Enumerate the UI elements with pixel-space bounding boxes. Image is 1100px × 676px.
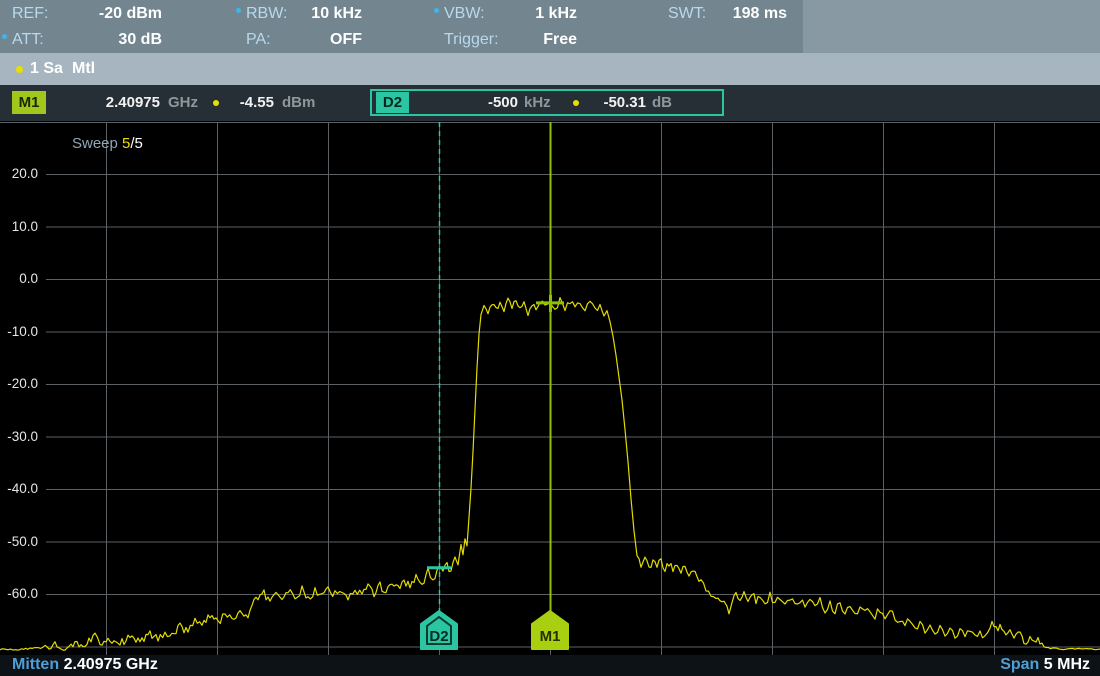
header-field-value: 10 kHz bbox=[270, 3, 362, 25]
trace-number-label: 1 Sa bbox=[30, 53, 63, 85]
setting-coupled-dot-icon bbox=[236, 8, 241, 13]
sweep-word: Sweep bbox=[72, 135, 122, 152]
span-field[interactable]: Span 5 MHz bbox=[1000, 655, 1090, 676]
header-field-value: -20 dBm bbox=[70, 3, 162, 25]
marker-m1-badge[interactable]: M1 bbox=[12, 91, 46, 114]
y-axis-label: -10.0 bbox=[2, 323, 38, 341]
marker-readout-bar: M1 2.40975 GHz -4.55 dBm D2 -500 kHz -50… bbox=[0, 85, 1100, 121]
marker-d2-readout[interactable]: D2 -500 kHz -50.31 dB bbox=[370, 89, 724, 116]
y-axis-label: 0.0 bbox=[2, 270, 38, 288]
d2-frequency-unit: kHz bbox=[524, 91, 551, 114]
header-field-value: 1 kHz bbox=[485, 3, 577, 25]
d2-separator-dot-icon bbox=[573, 100, 579, 106]
frequency-footer-bar: Mitten 2.40975 GHz Span 5 MHz bbox=[0, 655, 1100, 676]
center-frequency-field[interactable]: Mitten 2.40975 GHz bbox=[12, 655, 158, 676]
plot-area[interactable]: D2 M1 20.0 10.0 0.0 -10.0 -20.0 -30.0 -40.0 -50.… bbox=[0, 121, 1100, 655]
y-axis-label: -50.0 bbox=[2, 533, 38, 551]
marker-m1-flag-label: M1 bbox=[540, 628, 561, 645]
sweep-total: /5 bbox=[130, 135, 143, 152]
setting-coupled-dot-icon bbox=[2, 34, 7, 39]
marker-d2-badge[interactable]: D2 bbox=[376, 92, 409, 113]
y-axis-label: 10.0 bbox=[2, 218, 38, 236]
m1-level-unit: dBm bbox=[282, 85, 315, 121]
header-field-label: REF: bbox=[12, 3, 48, 25]
trace-mode-label: Mtl bbox=[72, 53, 95, 85]
d2-frequency-value: -500 bbox=[422, 91, 518, 114]
m1-level-value[interactable]: -4.55 bbox=[228, 85, 274, 121]
center-frequency-label: Mitten bbox=[12, 656, 59, 673]
settings-header: REF:-20 dBmRBW:10 kHzVBW:1 kHzSWT:198 ms… bbox=[0, 0, 1100, 53]
header-field-label: PA: bbox=[246, 29, 271, 51]
header-field-label: ATT: bbox=[12, 29, 44, 51]
center-frequency-value: 2.40975 GHz bbox=[64, 656, 158, 673]
marker-d2-flag-label: D2 bbox=[429, 628, 448, 645]
y-axis-label: -30.0 bbox=[2, 428, 38, 446]
trace-color-dot-icon bbox=[16, 66, 23, 73]
d2-level-unit: dB bbox=[652, 91, 672, 114]
m1-separator-dot-icon bbox=[213, 100, 219, 106]
y-axis-label: -40.0 bbox=[2, 480, 38, 498]
sweep-counter: Sweep 5/5 bbox=[72, 134, 143, 154]
header-right-panel bbox=[803, 0, 1100, 53]
m1-frequency-value[interactable]: 2.40975 bbox=[60, 85, 160, 121]
spectrum-analyzer-screen: REF:-20 dBmRBW:10 kHzVBW:1 kHzSWT:198 ms… bbox=[0, 0, 1100, 676]
m1-frequency-unit: GHz bbox=[168, 85, 198, 121]
header-field-label: VBW: bbox=[444, 3, 485, 25]
y-axis-label: -20.0 bbox=[2, 375, 38, 393]
span-value: 5 MHz bbox=[1044, 656, 1090, 673]
trace-info-bar[interactable]: 1 Sa Mtl bbox=[0, 53, 1100, 85]
span-label: Span bbox=[1000, 656, 1039, 673]
y-axis-label: 20.0 bbox=[2, 165, 38, 183]
setting-coupled-dot-icon bbox=[434, 8, 439, 13]
header-field-value: Free bbox=[485, 29, 577, 51]
header-field-value: 198 ms bbox=[695, 3, 787, 25]
spectrum-plot-canvas[interactable]: D2 M1 bbox=[0, 121, 1100, 655]
header-field-value: 30 dB bbox=[70, 29, 162, 51]
y-axis-label: -60.0 bbox=[2, 585, 38, 603]
header-field-value: OFF bbox=[270, 29, 362, 51]
d2-level-value: -50.31 bbox=[588, 91, 646, 114]
